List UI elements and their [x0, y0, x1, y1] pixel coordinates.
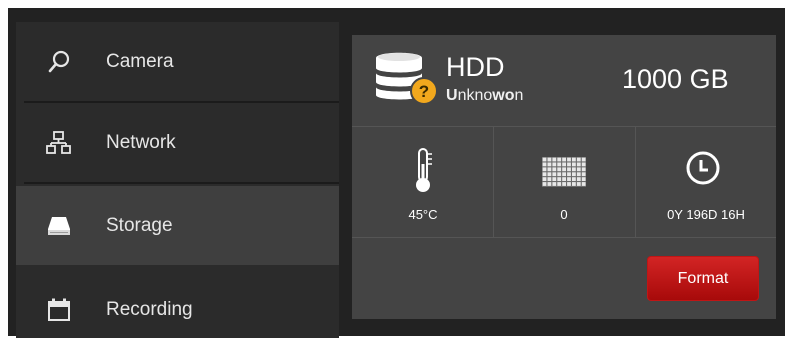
sidebar-item-label: Recording [106, 298, 193, 320]
bad-sectors-value: 0 [560, 207, 568, 222]
thermometer-icon [413, 148, 433, 194]
disk-status-part: n [514, 87, 524, 104]
network-icon [46, 130, 72, 156]
clock-icon [685, 150, 721, 186]
disk-type: HDD [446, 52, 505, 82]
sidebar-item-network[interactable]: Network [16, 103, 339, 182]
divider [24, 182, 339, 184]
sidebar: Camera Network Storage Recording [16, 22, 339, 338]
sidebar-item-label: Camera [106, 50, 174, 72]
question-badge-icon: ? [410, 77, 438, 105]
format-button[interactable]: Format [647, 256, 759, 301]
hdd-icon [46, 213, 72, 239]
disk-status-part: U [446, 87, 458, 104]
search-icon [46, 49, 72, 75]
svg-text:?: ? [419, 82, 429, 101]
disk-status: Unknowon [446, 87, 523, 105]
calendar-icon [46, 297, 72, 323]
sidebar-item-label: Network [106, 131, 176, 153]
disk-status-part: nkno [457, 87, 493, 104]
divider [352, 126, 776, 127]
sidebar-item-label: Storage [106, 214, 173, 236]
divider [493, 126, 494, 237]
disk-capacity: 1000 GB [622, 64, 729, 94]
sidebar-item-camera[interactable]: Camera [16, 22, 339, 101]
temperature-value: 45°C [408, 207, 438, 222]
grid-icon [542, 157, 586, 187]
disk-status-part: wo [492, 87, 515, 104]
sidebar-item-recording[interactable]: Recording [16, 270, 339, 349]
sidebar-item-storage[interactable]: Storage [16, 186, 339, 265]
power-on-time-value: 0Y 196D 16H [667, 207, 745, 222]
divider [352, 237, 776, 238]
